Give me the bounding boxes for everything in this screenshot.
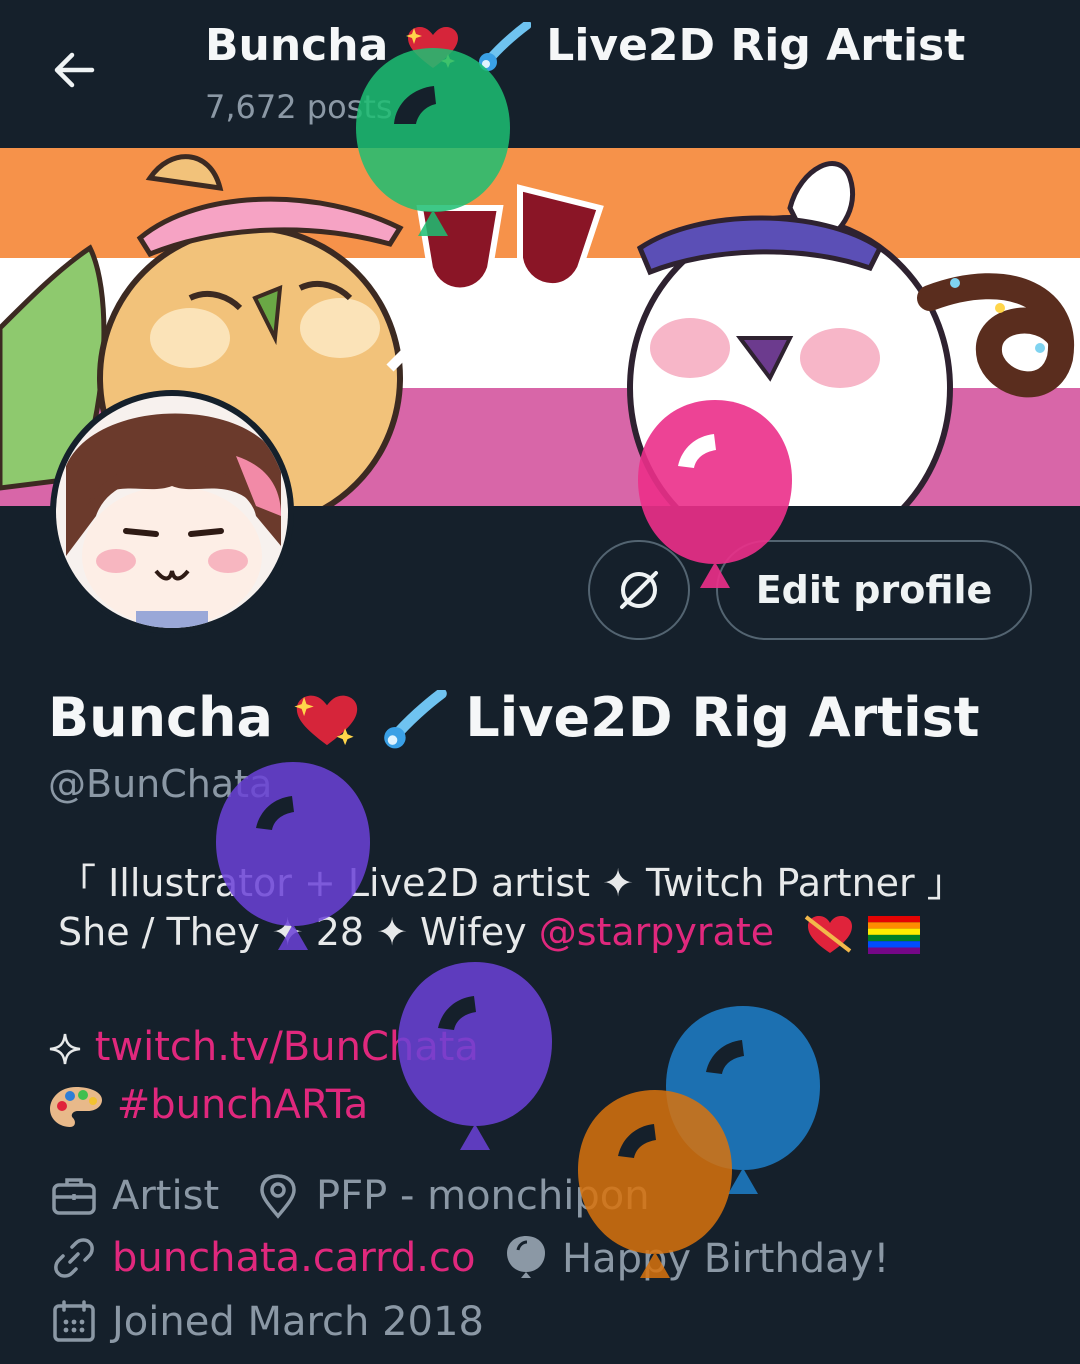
header-title: Buncha Live2D Rig Artist [205,20,965,74]
joined-label: Joined March 2018 [112,1299,484,1345]
artist-palette-icon [50,1087,102,1127]
joined-item: Joined March 2018 [50,1298,484,1346]
bio-hashtag-line: #bunchARTa [48,1082,368,1130]
comet-icon [383,690,447,749]
balloon-icon [507,1236,545,1278]
category-label: Artist [112,1173,220,1219]
balloon-purple-2-icon [398,962,552,1150]
bio-mention-link[interactable]: @starpyrate [539,910,774,954]
back-button[interactable] [48,44,100,96]
bio-line-2: She / They ✦ 28 ✦ Wifey @starpyrate [58,910,921,957]
heart-with-arrow-icon [804,914,853,953]
balloon-purple-icon [216,762,370,950]
link-icon [54,1238,94,1278]
category-item: Artist [50,1172,219,1220]
arrow-left-icon [54,52,95,88]
balloon-orange-icon [578,1090,732,1278]
briefcase-icon [52,1178,96,1215]
sparkle-icon [49,1033,81,1065]
location-pin-icon [260,1174,296,1219]
avatar[interactable] [56,396,288,628]
website-item: bunchata.carrd.co [50,1234,475,1282]
header-title-suffix: Live2D Rig Artist [546,20,966,71]
avatar-illustration [56,396,288,628]
profile-name: Buncha Live2D Rig Artist [48,686,980,752]
bio-line-1: 「 Illustrator + Live2D artist ✦ Twitch P… [58,861,965,905]
profile-display-name: Buncha [48,686,273,749]
top-bar: Buncha Live2D Rig Artist 7,672 posts [0,0,1080,148]
hashtag-link[interactable]: #bunchARTa [117,1082,369,1128]
balloon-green-icon [356,48,510,236]
avatar-frame[interactable] [50,390,294,634]
sparkling-heart-icon [294,696,357,746]
profile-title-suffix: Live2D Rig Artist [465,686,980,749]
balloon-pink-icon [638,400,792,588]
calendar-icon [53,1300,95,1342]
website-link[interactable]: bunchata.carrd.co [112,1235,475,1281]
rainbow-flag-icon [868,915,921,954]
